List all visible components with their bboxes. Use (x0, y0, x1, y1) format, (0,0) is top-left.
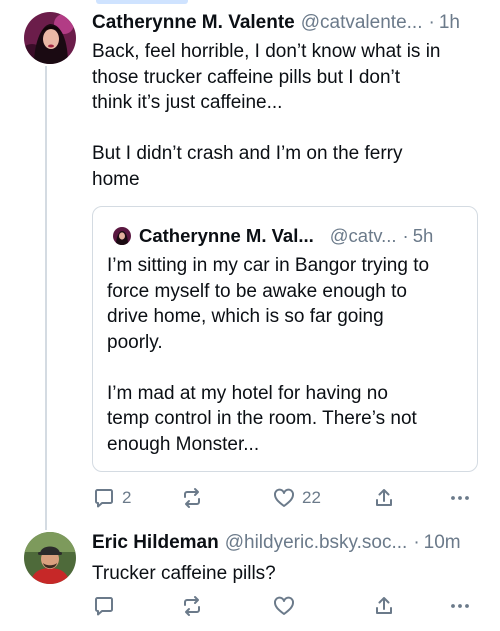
quoted-text-line: I’m sitting in my car in Bangor trying t… (107, 255, 430, 276)
share-button[interactable] (372, 594, 396, 618)
repost-icon (180, 486, 204, 510)
quoted-text-line: enough Monster... (107, 433, 260, 455)
reply-icon (92, 594, 116, 618)
quoted-text-line: drive home, which is so far going (107, 306, 384, 327)
repost-button[interactable] (180, 486, 210, 510)
post-time[interactable]: 1h (439, 12, 460, 34)
post-header: Eric Hildeman @hildyeric.bsky.soc... · 1… (92, 532, 461, 554)
like-button[interactable]: 22 (272, 486, 321, 510)
like-button[interactable] (272, 594, 302, 618)
post-header: Catherynne M. Valente @catvalente... · 1… (92, 12, 460, 34)
more-options-button[interactable] (448, 594, 472, 618)
reply-button[interactable] (92, 594, 122, 618)
post-time[interactable]: 10m (424, 532, 461, 554)
post-text-line: But I didn’t crash and I’m on the ferry (92, 143, 403, 164)
more-icon (448, 594, 472, 618)
post-text-line: Trucker caffeine pills? (92, 563, 276, 584)
share-icon (372, 594, 396, 618)
share-icon (372, 486, 396, 510)
repost-icon (180, 594, 204, 618)
repost-button[interactable] (180, 594, 210, 618)
quoted-author-handle[interactable]: @catv... (330, 225, 397, 247)
more-options-button[interactable] (448, 486, 472, 510)
quoted-text-line: temp control in the room. There’s not (107, 408, 417, 429)
post-actions (92, 594, 472, 620)
more-icon (448, 486, 472, 510)
separator-dot: · (413, 532, 420, 553)
author-name[interactable]: Catherynne M. Valente (92, 12, 295, 34)
avatar[interactable] (24, 532, 76, 584)
quoted-post[interactable]: Catherynne M. Val... @catv... · 5h I’m s… (92, 206, 478, 472)
quoted-post-header: Catherynne M. Val... @catv... · 5h (113, 225, 433, 247)
separator-dot: · (428, 12, 435, 33)
top-accent-bar (96, 0, 188, 4)
quoted-avatar (113, 227, 131, 245)
heart-icon (272, 594, 296, 618)
quoted-author-name[interactable]: Catherynne M. Val... (139, 225, 314, 247)
post-text-line: home (92, 168, 140, 190)
quoted-post-text: I’m sitting in my car in Bangor trying t… (107, 253, 429, 457)
reply-icon (92, 486, 116, 510)
post-text: Trucker caffeine pills? (92, 561, 276, 587)
post-text-line: think it’s just caffeine... (92, 92, 283, 113)
post-text-line: Back, feel horrible, I don’t know what i… (92, 41, 441, 62)
like-count: 22 (302, 488, 321, 507)
quoted-text-line: I’m mad at my hotel for having no (107, 382, 388, 404)
avatar[interactable] (24, 12, 76, 64)
quoted-post-time[interactable]: 5h (413, 225, 434, 247)
quoted-text-line: poorly. (107, 331, 163, 353)
post-text: Back, feel horrible, I don’t know what i… (92, 39, 441, 192)
share-button[interactable] (372, 486, 396, 510)
reply-count: 2 (122, 488, 132, 507)
author-handle[interactable]: @hildyeric.bsky.soc... (225, 532, 408, 554)
separator-dot: · (402, 225, 409, 246)
quoted-text-line: force myself to be awake enough to (107, 280, 407, 302)
author-handle[interactable]: @catvalente... (301, 12, 423, 34)
post-actions: 2 22 (92, 486, 472, 512)
thread-connector-line (45, 66, 47, 530)
author-name[interactable]: Eric Hildeman (92, 532, 219, 554)
reply-button[interactable]: 2 (92, 486, 131, 510)
heart-icon (272, 486, 296, 510)
post-text-line: those trucker caffeine pills but I don’t (92, 66, 401, 88)
